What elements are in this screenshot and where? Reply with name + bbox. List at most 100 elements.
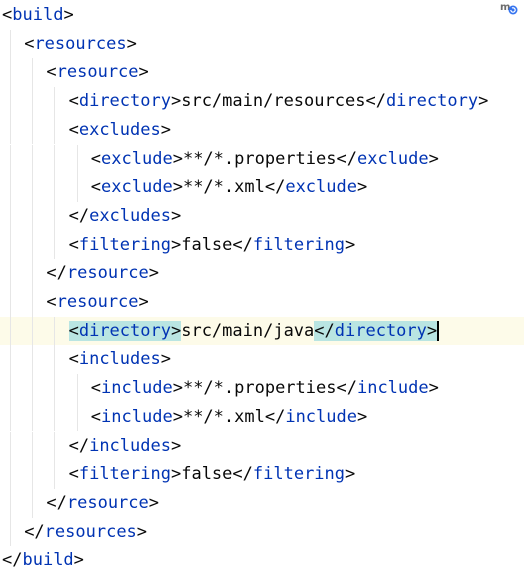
tag-bracket: > (356, 406, 368, 427)
indent-guide (10, 29, 11, 59)
indent-guide (10, 173, 11, 202)
code-line[interactable]: </resources> (0, 517, 524, 547)
indent-guide (32, 201, 34, 231)
code-line[interactable]: </includes> (0, 431, 524, 461)
tag-bracket: > (170, 91, 182, 112)
code-line[interactable]: <exclude>**/*.properties</exclude> (0, 144, 524, 174)
tag-bracket: < (90, 177, 102, 198)
code-line[interactable]: <include>**/*.xml</include> (0, 402, 524, 432)
code-line-current[interactable]: <directory>src/main/java</directory> (0, 316, 524, 346)
indent-guide (10, 345, 11, 375)
xml-close-tag: </include> (265, 407, 367, 427)
indent-guide (32, 316, 34, 346)
indent-guide (54, 87, 56, 116)
indent-guide (10, 259, 11, 288)
indent-guide (76, 374, 78, 403)
tag-bracket: </ (46, 492, 67, 513)
tag-name: directory (78, 320, 171, 341)
code-line[interactable]: <includes> (0, 345, 524, 375)
indent-guide (54, 173, 56, 202)
tag-name: includes (89, 435, 171, 456)
code-line[interactable]: </build> (0, 546, 524, 575)
code-line[interactable]: <build> (0, 1, 524, 30)
indent-guide (10, 431, 11, 461)
maven-reload-icon[interactable]: m (498, 0, 520, 16)
xml-close-tag: </includes> (69, 436, 182, 456)
indent-guide (54, 374, 56, 403)
tag-bracket: </ (264, 406, 286, 427)
tag-name: filtering (78, 234, 171, 255)
tag-bracket: > (148, 263, 160, 284)
indent-guide (32, 431, 34, 461)
tag-value: **/*.properties (182, 378, 337, 399)
code-line[interactable]: </resource> (0, 259, 524, 288)
code-line[interactable]: <filtering>false</filtering> (0, 460, 524, 489)
code-text: <exclude>**/*.properties</exclude> (91, 145, 439, 174)
code-text: </excludes> (69, 202, 182, 231)
tag-bracket: > (356, 177, 368, 198)
code-text: </resource> (46, 489, 159, 518)
tag-bracket: > (138, 292, 149, 312)
xml-open-tag: <include> (91, 407, 183, 427)
xml-open-tag: <directory> (68, 320, 182, 341)
code-line[interactable]: </excludes> (0, 201, 524, 231)
code-text: </includes> (69, 432, 182, 461)
tag-name: resource (56, 62, 139, 83)
tag-bracket: > (126, 33, 137, 54)
xml-open-tag: <includes> (69, 349, 171, 369)
code-text: <build> (2, 1, 74, 30)
code-line[interactable]: <resource> (0, 58, 524, 88)
tag-name: excludes (78, 119, 161, 140)
tag-name: include (285, 406, 357, 427)
tag-bracket: < (46, 62, 57, 83)
xml-open-tag: <excludes> (69, 120, 171, 140)
tag-bracket: > (63, 5, 74, 25)
tag-name: resource (56, 292, 139, 312)
code-editor[interactable]: <build> <resources> <resource> <directory>s… (0, 0, 524, 573)
tag-name: directory (385, 91, 479, 112)
indent-guide (32, 345, 34, 375)
tag-bracket: > (172, 148, 183, 169)
tag-value: src/main/resources (181, 91, 366, 112)
indent-guide (10, 87, 11, 116)
tag-name: include (356, 378, 429, 399)
indent-guide (10, 288, 11, 317)
code-line[interactable]: </resource> (0, 488, 524, 518)
tag-bracket: </ (24, 521, 45, 542)
tag-name: filtering (78, 464, 171, 485)
xml-open-tag: <filtering> (69, 235, 182, 255)
tag-bracket: > (426, 320, 438, 341)
tag-bracket: < (2, 5, 13, 25)
code-line[interactable]: <resource> (0, 288, 524, 317)
tag-name: exclude (356, 148, 429, 169)
tag-bracket: > (172, 406, 183, 427)
indent-guide (54, 201, 56, 231)
code-line[interactable]: <exclude>**/*.xml</exclude> (0, 173, 524, 202)
tag-value: **/*.xml (182, 406, 265, 427)
code-line[interactable]: <filtering>false</filtering> (0, 230, 524, 260)
xml-open-tag: <exclude> (91, 149, 183, 169)
tag-name: resources (44, 521, 137, 542)
indent-guide (10, 488, 11, 518)
code-text: <directory>src/main/java</directory> (68, 317, 440, 346)
tag-bracket: > (136, 521, 148, 542)
tag-name: exclude (101, 148, 173, 169)
tag-bracket: > (428, 148, 439, 169)
indent-guide (32, 488, 34, 518)
tag-value: src/main/java (181, 320, 315, 341)
xml-open-tag: <exclude> (91, 177, 183, 197)
indent-guide (32, 230, 34, 260)
xml-open-tag: <build> (2, 5, 74, 25)
code-text: <includes> (69, 345, 171, 374)
code-text: <include>**/*.xml</include> (91, 403, 367, 432)
code-line[interactable]: <resources> (0, 29, 524, 59)
code-text: <filtering>false</filtering> (69, 460, 356, 489)
indent-guide (32, 402, 34, 432)
code-line[interactable]: <include>**/*.properties</include> (0, 374, 524, 403)
code-line[interactable]: <excludes> (0, 115, 524, 145)
indent-guide (54, 115, 56, 145)
code-line[interactable]: <directory>src/main/resources</directory… (0, 87, 524, 116)
tag-name: exclude (285, 177, 357, 198)
tag-name: resource (66, 492, 149, 513)
tag-value: **/*.properties (182, 148, 337, 169)
